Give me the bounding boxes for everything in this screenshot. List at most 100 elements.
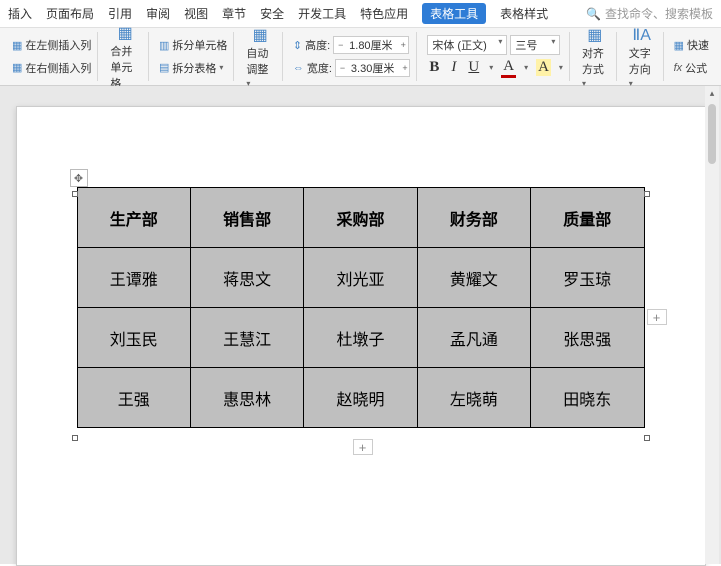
table-cell[interactable]: 王慧江 — [190, 308, 303, 368]
height-spinner[interactable]: − 1.80厘米 + — [333, 36, 408, 54]
selection-marker[interactable] — [644, 191, 650, 197]
table-header-row: 生产部 销售部 采购部 财务部 质量部 — [77, 188, 644, 248]
autofit-label: 自动调整 — [246, 48, 268, 76]
split-table-label: 拆分表格 — [172, 60, 216, 76]
ribbon: ▦ 在左侧插入列 ▦ 在右侧插入列 ▦ 合并单元格 ▥ 拆分单元格 ▤ 拆分表格… — [0, 28, 721, 86]
font-color-button[interactable]: A — [501, 58, 516, 78]
split-cells-icon: ▥ — [159, 39, 169, 52]
document-area: ✥ 生产部 销售部 采购部 财务部 质量部 王谭雅 蒋思文 刘光亚 黄耀文 罗玉… — [0, 86, 721, 564]
align-button[interactable]: ▦ 对齐方式▾ — [574, 32, 617, 81]
width-spinner[interactable]: − 3.30厘米 + — [335, 59, 410, 77]
table-cell[interactable]: 蒋思文 — [190, 248, 303, 308]
table-header-cell[interactable]: 质量部 — [531, 188, 644, 248]
table-cell[interactable]: 赵晓明 — [304, 368, 417, 428]
table-header-cell[interactable]: 采购部 — [304, 188, 417, 248]
selection-marker[interactable] — [72, 191, 78, 197]
autofit-button[interactable]: ▦ 自动调整 ▾ — [238, 32, 282, 81]
menu-insert[interactable]: 插入 — [8, 5, 32, 22]
menu-table-tools[interactable]: 表格工具 — [422, 3, 486, 24]
merge-cells-icon: ▦ — [113, 23, 137, 43]
table-cell[interactable]: 刘玉民 — [77, 308, 190, 368]
merge-cells-button[interactable]: ▦ 合并单元格 — [102, 32, 149, 81]
menu-section[interactable]: 章节 — [222, 5, 246, 22]
table-cell[interactable]: 黄耀文 — [417, 248, 530, 308]
formula-icon: fx — [674, 62, 683, 74]
quick-icon: ▦ — [674, 39, 684, 52]
split-table-icon: ▤ — [159, 61, 169, 74]
quick-button[interactable]: ▦ 快速 — [674, 37, 709, 53]
chevron-down-icon: ▾ — [524, 63, 528, 72]
font-name-dropdown[interactable]: 宋体 (正文) ▾ — [427, 35, 507, 55]
menu-review[interactable]: 审阅 — [146, 5, 170, 22]
document-table[interactable]: 生产部 销售部 采购部 财务部 质量部 王谭雅 蒋思文 刘光亚 黄耀文 罗玉琼 … — [77, 187, 645, 428]
menu-developer[interactable]: 开发工具 — [298, 5, 346, 22]
text-direction-label: 文字方向 — [629, 48, 651, 76]
table-header-cell[interactable]: 销售部 — [190, 188, 303, 248]
table-cell[interactable]: 罗玉琼 — [531, 248, 644, 308]
table-cell[interactable]: 孟凡通 — [417, 308, 530, 368]
table-cell[interactable]: 惠思林 — [190, 368, 303, 428]
table-cell[interactable]: 左晓萌 — [417, 368, 530, 428]
add-column-button[interactable]: + — [647, 309, 667, 325]
insert-right-button[interactable]: ▦ 在右侧插入列 — [12, 60, 91, 76]
highlight-button[interactable]: A — [536, 59, 551, 76]
height-value: 1.80厘米 — [345, 37, 396, 53]
underline-button[interactable]: U — [466, 59, 481, 76]
split-cells-button[interactable]: ▥ 拆分单元格 — [159, 37, 227, 53]
chevron-down-icon: ▾ — [489, 63, 493, 72]
menu-view[interactable]: 视图 — [184, 5, 208, 22]
bold-button[interactable]: B — [427, 59, 441, 76]
table-row: 刘玉民 王慧江 杜墩子 孟凡通 张思强 — [77, 308, 644, 368]
scrollbar-thumb[interactable] — [708, 104, 716, 164]
menu-featured[interactable]: 特色应用 — [360, 5, 408, 22]
text-direction-icon: ⅡA — [630, 25, 654, 45]
table-row: 王谭雅 蒋思文 刘光亚 黄耀文 罗玉琼 — [77, 248, 644, 308]
menu-table-style[interactable]: 表格样式 — [500, 5, 548, 22]
minus-icon[interactable]: − — [334, 40, 345, 50]
split-group: ▥ 拆分单元格 ▤ 拆分表格 ▾ — [153, 32, 234, 81]
selection-marker[interactable] — [644, 435, 650, 441]
chevron-down-icon: ▾ — [559, 63, 563, 72]
chevron-down-icon: ▾ — [219, 63, 223, 72]
table-row: 王强 惠思林 赵晓明 左晓萌 田晓东 — [77, 368, 644, 428]
insert-columns-group: ▦ 在左侧插入列 ▦ 在右侧插入列 — [6, 32, 98, 81]
table-cell[interactable]: 王谭雅 — [77, 248, 190, 308]
top-menu: 插入 页面布局 引用 审阅 视图 章节 安全 开发工具 特色应用 表格工具 表格… — [0, 0, 721, 28]
table-cell[interactable]: 王强 — [77, 368, 190, 428]
search-commands[interactable]: 🔍 查找命令、搜索模板 — [586, 5, 713, 22]
menu-reference[interactable]: 引用 — [108, 5, 132, 22]
chevron-down-icon: ▾ — [498, 37, 502, 46]
misc-group: ▦ 快速 fx 公式 — [668, 32, 715, 81]
insert-left-button[interactable]: ▦ 在左侧插入列 — [12, 37, 91, 53]
font-group: 宋体 (正文) ▾ 三号 ▾ B I U ▾ A ▾ A ▾ — [421, 32, 570, 81]
italic-button[interactable]: I — [449, 59, 458, 76]
insert-left-icon: ▦ — [12, 39, 22, 52]
vertical-scrollbar[interactable]: ▴ — [705, 86, 719, 564]
formula-button[interactable]: fx 公式 — [674, 60, 709, 76]
table-cell[interactable]: 张思强 — [531, 308, 644, 368]
size-group: ⇕ 高度: − 1.80厘米 + ⇔ 宽度: − 3.30厘米 + — [287, 32, 417, 81]
plus-icon[interactable]: + — [398, 63, 409, 73]
table-move-handle[interactable]: ✥ — [70, 169, 88, 187]
text-direction-button[interactable]: ⅡA 文字方向▾ — [621, 32, 664, 81]
menu-page-layout[interactable]: 页面布局 — [46, 5, 94, 22]
split-table-button[interactable]: ▤ 拆分表格 ▾ — [159, 60, 227, 76]
formula-label: 公式 — [685, 60, 707, 76]
col-width-icon: ⇔ — [293, 62, 304, 74]
table-cell[interactable]: 杜墩子 — [304, 308, 417, 368]
add-row-button[interactable]: + — [353, 439, 373, 455]
autofit-icon: ▦ — [248, 25, 272, 45]
table-cell[interactable]: 刘光亚 — [304, 248, 417, 308]
scroll-up-icon[interactable]: ▴ — [705, 86, 719, 100]
table-header-cell[interactable]: 生产部 — [77, 188, 190, 248]
minus-icon[interactable]: − — [336, 63, 347, 73]
width-value: 3.30厘米 — [347, 60, 398, 76]
menu-security[interactable]: 安全 — [260, 5, 284, 22]
split-cells-label: 拆分单元格 — [172, 37, 227, 53]
quick-label: 快速 — [687, 37, 709, 53]
font-size-dropdown[interactable]: 三号 ▾ — [510, 35, 560, 55]
table-cell[interactable]: 田晓东 — [531, 368, 644, 428]
plus-icon[interactable]: + — [397, 40, 408, 50]
selection-marker[interactable] — [72, 435, 78, 441]
table-header-cell[interactable]: 财务部 — [417, 188, 530, 248]
